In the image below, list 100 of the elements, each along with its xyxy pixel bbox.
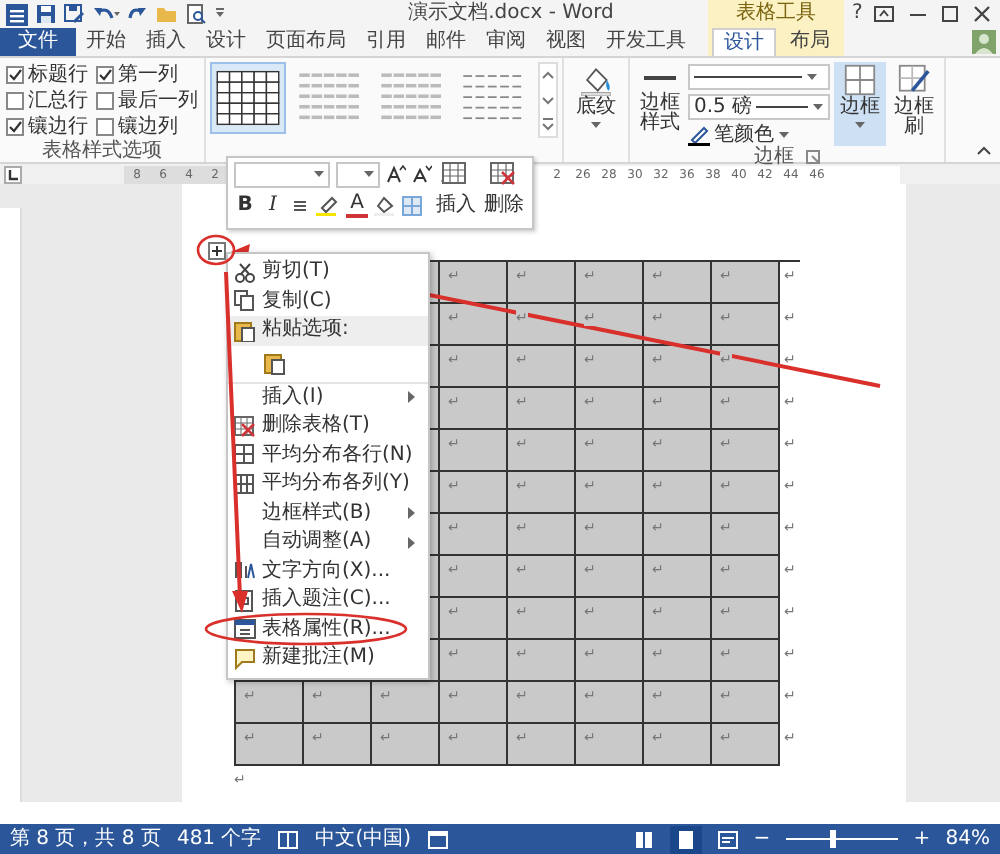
close-icon[interactable] xyxy=(972,4,992,24)
caret-icon xyxy=(778,130,790,140)
menu-item[interactable]: 平均分布各列(Y) xyxy=(228,470,428,499)
table-move-handle-icon[interactable] xyxy=(208,242,226,260)
ribbon-tab[interactable]: 设计 xyxy=(196,28,256,56)
checkbox[interactable] xyxy=(96,92,114,110)
shading-button[interactable]: 底纹 xyxy=(570,62,622,132)
proofing-icon[interactable] xyxy=(277,829,300,849)
read-mode-icon[interactable] xyxy=(633,829,654,849)
checkbox-label: 最后一列 xyxy=(118,89,198,113)
font-name-field[interactable] xyxy=(234,161,330,187)
dropdown-caret-icon xyxy=(364,170,374,178)
delete-button[interactable]: 删除 xyxy=(484,162,524,216)
save-icon[interactable] xyxy=(36,4,56,24)
print-preview-icon[interactable] xyxy=(186,4,206,24)
undo-icon[interactable] xyxy=(92,4,120,24)
menu-item[interactable]: 表格属性(R)... xyxy=(228,615,428,644)
bold-button[interactable]: B xyxy=(234,194,256,218)
menu-item[interactable]: 插入(I) xyxy=(228,383,428,412)
border-brush-icon xyxy=(898,64,931,96)
line-style-icon xyxy=(644,76,676,80)
borders-grid-icon xyxy=(844,64,877,96)
more-styles-icon[interactable] xyxy=(540,114,556,134)
checkbox-label: 第一列 xyxy=(118,63,178,87)
menu-item[interactable]: 边框样式(B) xyxy=(228,499,428,528)
menu-item[interactable]: 自动调整(A) xyxy=(228,528,428,557)
checkbox[interactable] xyxy=(96,118,114,136)
menu-section-heading: 粘贴选项: xyxy=(262,318,349,343)
save-as-icon[interactable] xyxy=(64,4,84,24)
zoom-out-button[interactable]: − xyxy=(753,827,770,851)
table-delete-icon xyxy=(490,162,518,186)
zoom-in-button[interactable]: + xyxy=(913,827,930,851)
highlighter-icon[interactable] xyxy=(316,196,340,216)
checkbox[interactable] xyxy=(6,66,24,84)
page-count: 第 8 页，共 8 页 xyxy=(10,827,161,851)
group-label: 表格样式选项 xyxy=(40,140,164,162)
pen-color-button[interactable]: 笔颜色 xyxy=(688,124,831,146)
font-color-button[interactable]: A xyxy=(346,194,368,218)
ribbon-tab[interactable]: 审阅 xyxy=(476,28,536,56)
line-style-dropdown[interactable] xyxy=(688,64,831,90)
ribbon-tab[interactable]: 视图 xyxy=(536,28,596,56)
tab-stop-icon[interactable] xyxy=(4,165,22,183)
ribbon-tab[interactable]: 引用 xyxy=(356,28,416,56)
grow-font-icon[interactable] xyxy=(386,164,406,184)
collapse-ribbon-icon[interactable] xyxy=(976,144,992,156)
ribbon-display-icon[interactable] xyxy=(874,4,895,24)
table-properties-icon xyxy=(234,618,256,641)
border-styles-button[interactable]: 边框样式 xyxy=(636,62,684,146)
menu-item[interactable]: 剪切(T) xyxy=(228,258,428,287)
scissors-icon xyxy=(234,261,256,284)
menu-item[interactable]: 删除表格(T) xyxy=(228,412,428,441)
macro-record-icon[interactable] xyxy=(427,829,448,849)
comment-icon xyxy=(234,647,256,670)
dialog-launcher-icon[interactable] xyxy=(806,150,821,164)
borders-button[interactable]: 边框 xyxy=(834,62,887,146)
menu-item[interactable]: 新建批注(M) xyxy=(228,644,428,673)
ribbon-tab[interactable]: 开始 xyxy=(76,28,136,56)
checkbox-label: 汇总行 xyxy=(28,89,88,113)
table-delete-icon xyxy=(234,415,256,438)
line-weight-dropdown[interactable]: 0.5 磅 xyxy=(688,94,831,120)
checkbox[interactable] xyxy=(6,92,24,110)
ribbon-tab[interactable]: 布局 xyxy=(780,28,840,56)
ribbon-tab[interactable]: 设计 xyxy=(712,28,776,56)
dropdown-caret-icon xyxy=(806,72,818,82)
checkbox-label: 标题行 xyxy=(28,63,88,87)
maximize-icon[interactable] xyxy=(939,4,960,24)
context-tab-group-title: 表格工具 xyxy=(734,0,818,28)
language-indicator: 中文(中国) xyxy=(315,827,412,851)
pen-icon xyxy=(688,124,710,146)
word-logo-icon[interactable] xyxy=(6,3,28,25)
web-layout-icon[interactable] xyxy=(717,829,738,849)
ribbon-tab[interactable]: 邮件 xyxy=(416,28,476,56)
ribbon-tab[interactable]: 开发工具 xyxy=(596,28,696,56)
menu-item[interactable]: 复制(C) xyxy=(228,287,428,316)
file-tab[interactable]: 文件 xyxy=(0,28,76,56)
print-layout-icon xyxy=(675,829,696,849)
rows-icon xyxy=(234,444,256,467)
checkbox[interactable] xyxy=(6,118,24,136)
fill-color-icon[interactable] xyxy=(374,196,396,216)
paste-option-button[interactable] xyxy=(262,349,288,377)
shrink-font-icon[interactable] xyxy=(412,164,432,184)
clipboard-icon xyxy=(234,319,256,342)
checkbox[interactable] xyxy=(96,66,114,84)
menu-item[interactable]: 文字方向(X)... xyxy=(228,557,428,586)
menu-item[interactable]: 平均分布各行(N) xyxy=(228,441,428,470)
zoom-percentage: 84% xyxy=(945,827,990,851)
insert-button[interactable]: 插入 xyxy=(436,162,476,216)
zoom-slider-thumb[interactable] xyxy=(830,830,837,848)
table-style-thumbnail[interactable] xyxy=(210,62,286,134)
redo-icon[interactable] xyxy=(128,4,148,24)
font-size-field[interactable] xyxy=(336,161,380,187)
checkbox-label: 镶边列 xyxy=(118,115,178,139)
ribbon-tab[interactable]: 插入 xyxy=(136,28,196,56)
ribbon-tab[interactable]: 页面布局 xyxy=(256,28,356,56)
print-layout-button[interactable] xyxy=(669,825,702,853)
italic-button[interactable]: I xyxy=(262,194,284,218)
help-button[interactable]: ? xyxy=(852,0,863,28)
border-painter-button[interactable]: 边框刷 xyxy=(890,62,939,146)
dropdown-caret-icon xyxy=(812,102,825,112)
strikethrough-icon[interactable] xyxy=(290,196,310,216)
